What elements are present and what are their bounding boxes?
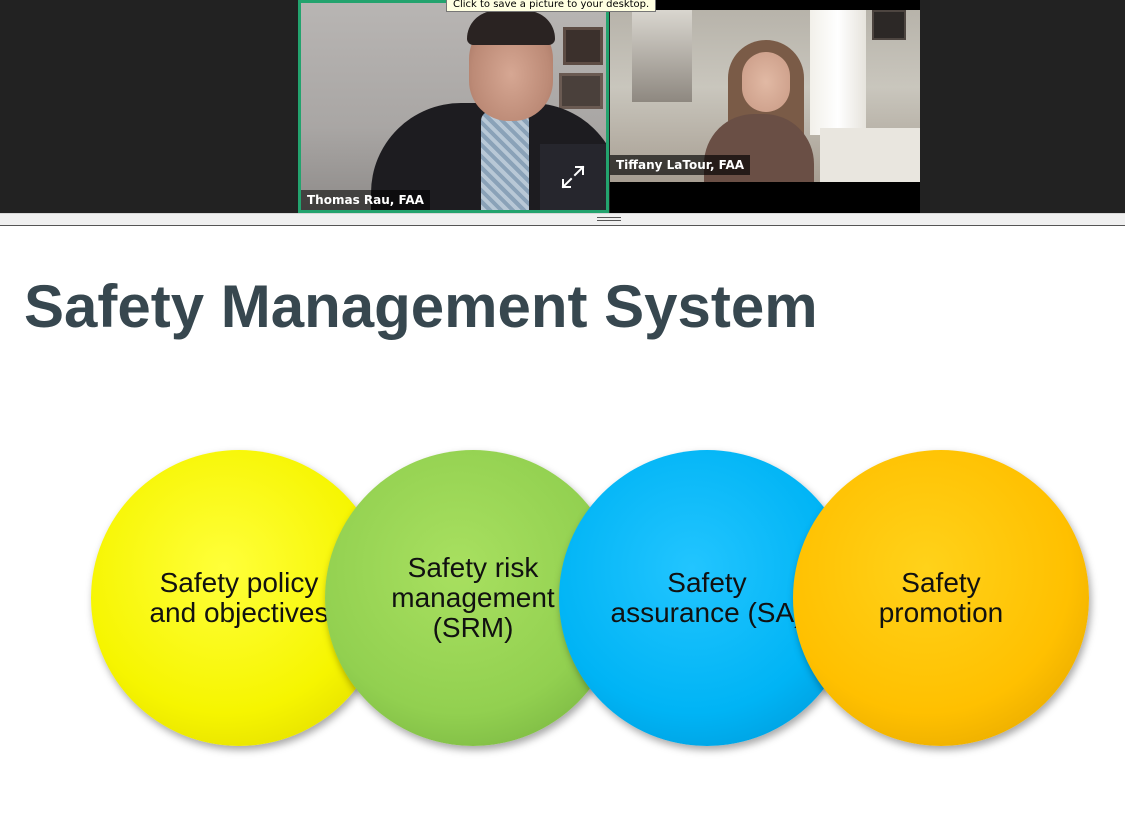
cabinet <box>820 128 920 182</box>
circle-label: Safety policy and objectives <box>149 567 329 628</box>
video-gallery: Thomas Rau, FAA Tiffany LaTour, FAA Clic… <box>0 0 1125 213</box>
video-tile-thomas-rau[interactable]: Thomas Rau, FAA <box>298 0 609 213</box>
sms-components-diagram: Safety policy and objectives Safety risk… <box>0 226 1125 813</box>
circle-label: Safety risk management (SRM) <box>391 552 555 643</box>
participant-name-label: Thomas Rau, FAA <box>301 190 430 210</box>
tooltip: Click to save a picture to your desktop. <box>446 0 657 12</box>
circle-label: Safety assurance (SA) <box>610 567 804 628</box>
shared-screen-slide: Safety Management System Safety policy a… <box>0 226 1125 813</box>
panel-splitter[interactable] <box>0 213 1125 226</box>
wall-picture <box>563 27 603 65</box>
video-tile-tiffany-latour[interactable]: Tiffany LaTour, FAA <box>610 0 920 213</box>
expand-video-button[interactable] <box>540 144 606 210</box>
wall-picture <box>559 73 603 109</box>
participant-head <box>742 52 790 112</box>
window <box>810 10 866 135</box>
circle-safety-promotion: Safety promotion <box>793 450 1089 746</box>
participant-shirt <box>481 111 529 210</box>
expand-arrows-icon <box>561 165 585 189</box>
participant-name-label: Tiffany LaTour, FAA <box>610 155 751 175</box>
participant-hair <box>467 11 555 45</box>
wall-picture <box>872 10 906 40</box>
drag-grip-icon <box>597 217 621 223</box>
circle-label: Safety promotion <box>878 567 1004 628</box>
wall-poster <box>632 10 692 102</box>
